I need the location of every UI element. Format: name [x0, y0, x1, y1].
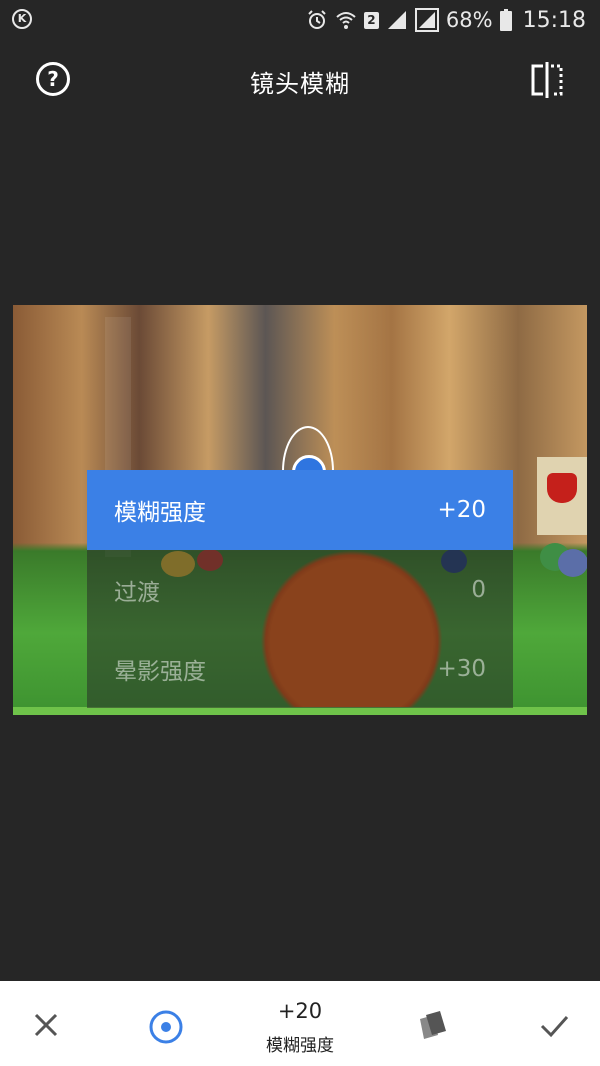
param-vignette-strength[interactable]: 晕影强度 +30: [87, 629, 513, 708]
sim-slot-badge: 2: [363, 11, 379, 29]
param-blur-strength[interactable]: 模糊强度 +20: [87, 470, 513, 550]
current-param-value: +20: [277, 999, 323, 1023]
battery-icon: [499, 9, 512, 31]
param-label: 晕影强度: [114, 658, 206, 685]
parameter-menu: 模糊强度 +20 过渡 0 晕影强度 +30: [87, 470, 513, 708]
signal-icon: [387, 11, 406, 29]
param-label: 模糊强度: [114, 500, 206, 526]
table-edge: [13, 707, 587, 715]
battery-percent: 68%: [445, 8, 493, 32]
styles-button[interactable]: [412, 1005, 452, 1045]
param-label: 过渡: [114, 579, 160, 606]
styles-icon: [420, 1011, 446, 1039]
signal-icon-2: [414, 8, 439, 32]
top-bar: ? 镜头模糊: [0, 50, 600, 110]
bottom-bar: +20 模糊强度: [0, 981, 600, 1066]
check-icon: [540, 1016, 569, 1038]
close-icon: [34, 1013, 58, 1037]
compare-icon: [531, 62, 563, 98]
wifi-icon: [336, 12, 356, 29]
alarm-icon: [308, 10, 326, 29]
apply-button[interactable]: [534, 1005, 574, 1045]
clock: 15:18: [522, 7, 586, 33]
wall-poster: [537, 457, 587, 535]
param-transition[interactable]: 过渡 0: [87, 550, 513, 629]
adjust-focus-button[interactable]: [146, 1005, 186, 1045]
compare-button[interactable]: [528, 60, 566, 100]
param-value: +20: [437, 497, 486, 523]
param-value: +30: [437, 655, 486, 682]
current-param-label: 模糊强度: [266, 1036, 334, 1056]
cancel-button[interactable]: [26, 1005, 66, 1045]
page-title: 镜头模糊: [250, 70, 350, 98]
k-icon: K: [12, 9, 32, 29]
status-bar: K 2 68% 15:18: [0, 0, 600, 40]
param-value: 0: [471, 576, 486, 603]
focus-target-icon: [149, 1010, 183, 1044]
billiard-ball: [558, 549, 587, 577]
